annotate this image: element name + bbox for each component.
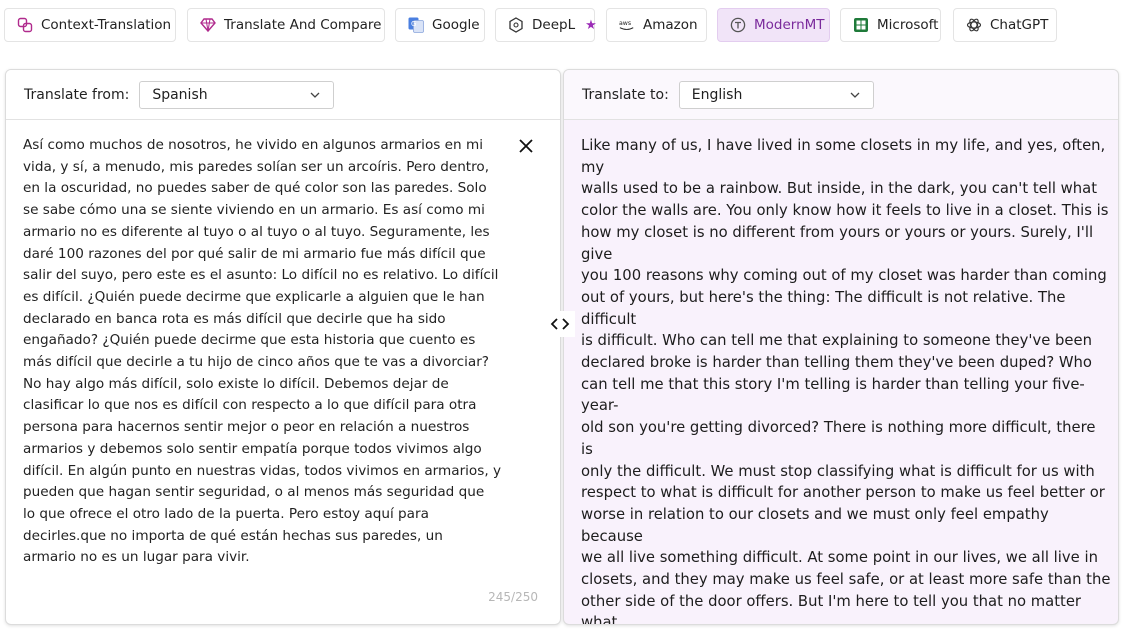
target-panel-header: Translate to: English xyxy=(564,70,1118,120)
tab-label: DeepL xyxy=(532,17,576,33)
character-counter: 245/250 xyxy=(488,590,538,604)
swap-arrows-icon xyxy=(550,318,570,330)
chatgpt-icon xyxy=(966,17,982,33)
aws-icon: aws xyxy=(619,17,635,33)
chevron-down-icon xyxy=(310,92,320,98)
tab-deepl[interactable]: DeepL ★ xyxy=(495,8,597,42)
tab-label: Amazon xyxy=(643,17,698,33)
tab-translate-and-compare[interactable]: Translate And Compare xyxy=(187,8,385,42)
tab-label: Microsoft xyxy=(877,17,939,33)
tab-modernmt[interactable]: ModernMT xyxy=(717,8,830,42)
tab-label: ChatGPT xyxy=(990,17,1049,33)
diamond-icon xyxy=(200,17,216,33)
target-language-value: English xyxy=(691,86,743,103)
target-language-label: Translate to: xyxy=(582,86,669,103)
tab-chatgpt[interactable]: ChatGPT xyxy=(953,8,1057,42)
tab-label: ModernMT xyxy=(754,17,825,33)
svg-text:G: G xyxy=(411,20,416,28)
svg-text:aws: aws xyxy=(619,20,631,27)
tab-google[interactable]: G Google xyxy=(395,8,485,42)
tab-label: Context-Translation xyxy=(41,17,172,33)
modernmt-icon xyxy=(730,17,746,33)
source-language-label: Translate from: xyxy=(24,86,130,103)
source-panel: Translate from: Spanish Así como muchos … xyxy=(5,69,561,625)
tab-label: Translate And Compare xyxy=(224,17,382,33)
deepl-icon xyxy=(508,17,524,33)
chevron-down-icon xyxy=(850,92,860,98)
source-panel-header: Translate from: Spanish xyxy=(6,70,560,120)
swap-languages-button[interactable] xyxy=(545,311,575,337)
google-translate-icon: G xyxy=(408,17,424,33)
star-icon: ★ xyxy=(585,17,597,33)
source-language-select[interactable]: Spanish xyxy=(139,80,335,109)
close-icon[interactable] xyxy=(516,136,536,156)
tab-context-translation[interactable]: Context-Translation xyxy=(4,8,176,42)
tab-microsoft[interactable]: Microsoft xyxy=(840,8,941,42)
tab-label: Google xyxy=(432,17,480,33)
source-text-area[interactable]: Así como muchos de nosotros, he vivido e… xyxy=(23,135,503,569)
microsoft-icon xyxy=(853,17,869,33)
target-language-select[interactable]: English xyxy=(678,80,874,109)
target-panel: Translate to: English Like many of us, I… xyxy=(563,69,1119,625)
tab-amazon[interactable]: aws Amazon xyxy=(606,8,707,42)
translated-text: Like many of us, I have lived in some cl… xyxy=(581,137,1111,625)
context-translation-icon xyxy=(17,17,33,33)
source-language-value: Spanish xyxy=(152,86,208,103)
